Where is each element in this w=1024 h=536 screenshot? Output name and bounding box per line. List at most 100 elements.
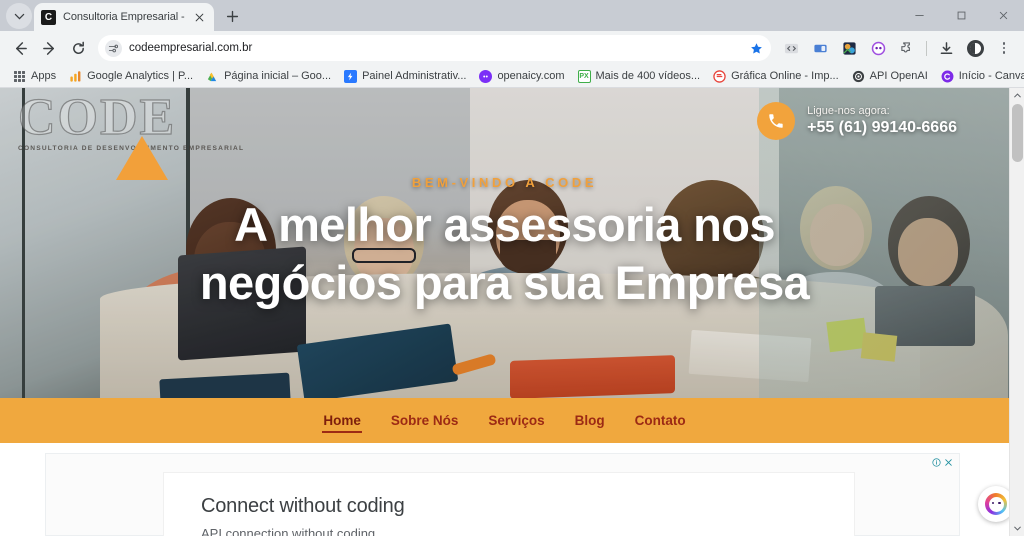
vertical-scrollbar[interactable] xyxy=(1009,88,1024,536)
ad-info-icon[interactable] xyxy=(932,458,941,467)
kebab-menu-icon xyxy=(1002,42,1006,54)
browser-toolbar: CODE codeempresarial.com.br xyxy=(0,31,1024,65)
extension-code-button[interactable] xyxy=(777,34,805,62)
extension-sidepanel-button[interactable] xyxy=(806,34,834,62)
admin-panel-icon xyxy=(344,69,358,83)
forward-button[interactable] xyxy=(35,34,63,62)
close-window-button[interactable] xyxy=(982,0,1024,31)
ad-controls xyxy=(932,458,953,467)
nav-item-servicos[interactable]: Serviços xyxy=(487,410,545,431)
bookmark-label: Início - Canva xyxy=(958,70,1024,82)
close-icon xyxy=(195,13,204,21)
apps-grid-icon xyxy=(13,70,26,83)
bookmark-item-apps[interactable]: Apps xyxy=(7,68,62,85)
bookmark-item-openaicy[interactable]: openaicy.com xyxy=(473,68,570,85)
browser-window: C Consultoria Empresarial - CODE xyxy=(0,0,1024,536)
download-icon xyxy=(940,41,952,54)
bookmark-label: Google Analytics | P... xyxy=(87,70,194,82)
profile-button[interactable] xyxy=(961,34,989,62)
browser-tab[interactable]: C Consultoria Empresarial - CODE xyxy=(34,3,214,31)
search-tabs-button[interactable] xyxy=(6,3,32,29)
bookmark-item-canva[interactable]: Início - Canva xyxy=(935,68,1024,85)
px-icon: PX xyxy=(577,69,591,83)
hero-title: A melhor assessoria nos negócios para su… xyxy=(199,198,810,309)
ad-close-icon[interactable] xyxy=(944,458,953,467)
purple-face-extension-icon xyxy=(871,41,885,55)
tab-favicon: C xyxy=(41,9,56,25)
extensions-puzzle-icon xyxy=(900,41,910,52)
arrow-left-icon xyxy=(15,41,27,55)
google-icon xyxy=(206,70,219,83)
address-bar-url: codeempresarial.com.br xyxy=(129,42,253,54)
chevron-down-icon xyxy=(14,13,24,19)
minimize-icon xyxy=(914,15,924,16)
new-tab-button[interactable] xyxy=(219,3,245,29)
scroll-up-button[interactable] xyxy=(1010,88,1024,103)
bookmark-label: Mais de 400 vídeos... xyxy=(595,70,701,82)
bookmark-item-pagina-inicial[interactable]: Página inicial – Goo... xyxy=(200,68,337,85)
window-controls xyxy=(898,0,1024,31)
minimize-button[interactable] xyxy=(898,0,940,31)
chrome-menu-button[interactable] xyxy=(990,34,1018,62)
avatar xyxy=(966,39,984,57)
colorful-extension-icon xyxy=(842,41,856,55)
bookmark-item-google-analytics[interactable]: Google Analytics | P... xyxy=(63,68,199,85)
contact-phone-block[interactable]: Ligue-nos agora: +55 (61) 99140-6666 xyxy=(757,102,957,140)
phone-number: +55 (61) 99140-6666 xyxy=(807,119,957,136)
bookmark-item-api-openai[interactable]: API OpenAI xyxy=(846,68,934,85)
ad-subtext: API connection without coding xyxy=(201,526,376,536)
bookmark-label: Painel Administrativ... xyxy=(362,70,467,82)
chevron-up-icon xyxy=(1013,93,1021,98)
bookmarks-bar: Apps Google Analytics | P... Página inic… xyxy=(0,65,1024,88)
logo-triangle-icon xyxy=(116,136,168,180)
ad-headline: Connect without coding xyxy=(201,495,405,517)
hero-section: CODE CONSULTORIA DE DESENVOLVIMENTO EMPR… xyxy=(0,88,1009,398)
bookmark-item-painel-administrativo[interactable]: Painel Administrativ... xyxy=(338,68,472,85)
back-button[interactable] xyxy=(6,34,34,62)
site-settings-icon[interactable] xyxy=(105,39,122,57)
downloads-button[interactable] xyxy=(932,34,960,62)
canva-icon xyxy=(941,70,954,83)
ad-card[interactable]: Connect without coding API connection wi… xyxy=(164,473,854,536)
toolbar-divider xyxy=(926,40,927,56)
extension-colorful-button[interactable] xyxy=(835,34,863,62)
bookmark-label: openaicy.com xyxy=(497,70,565,82)
scrollbar-thumb[interactable] xyxy=(1012,104,1023,162)
chat-widget-button[interactable] xyxy=(978,486,1009,522)
printer-icon xyxy=(713,69,726,83)
extension-purple-face-button[interactable] xyxy=(864,34,892,62)
code-extension-icon xyxy=(784,43,798,53)
nav-item-contato[interactable]: Contato xyxy=(634,410,687,431)
site-logo[interactable]: CODE CONSULTORIA DE DESENVOLVIMENTO EMPR… xyxy=(17,91,243,192)
plus-icon xyxy=(226,10,238,22)
tab-close-button[interactable] xyxy=(192,10,207,25)
nav-item-home[interactable]: Home xyxy=(322,410,362,433)
reload-button[interactable] xyxy=(64,34,92,62)
maximize-icon xyxy=(957,11,965,20)
bookmark-label: Gráfica Online - Imp... xyxy=(731,70,839,82)
extensions-button[interactable] xyxy=(893,34,921,62)
close-icon xyxy=(999,11,1007,20)
bookmark-item-mais-videos[interactable]: PX Mais de 400 vídeos... xyxy=(572,68,707,85)
chat-widget-icon xyxy=(985,493,1007,515)
openai-icon xyxy=(479,69,493,83)
web-page: CODE CONSULTORIA DE DESENVOLVIMENTO EMPR… xyxy=(0,88,1009,536)
address-bar[interactable]: CODE codeempresarial.com.br xyxy=(98,35,771,61)
bookmark-button[interactable] xyxy=(745,37,767,59)
bookmark-label: Página inicial – Goo... xyxy=(224,70,332,82)
chevron-down-icon xyxy=(1013,526,1021,531)
bookmark-label: API OpenAI xyxy=(869,70,928,82)
nav-item-sobre-nos[interactable]: Sobre Nós xyxy=(390,410,460,431)
nav-item-blog[interactable]: Blog xyxy=(574,410,606,431)
scroll-down-button[interactable] xyxy=(1010,521,1024,536)
bookmark-label: Apps xyxy=(31,70,57,82)
tab-title: Consultoria Empresarial - CODE xyxy=(63,11,185,23)
phone-icon-circle xyxy=(757,102,796,140)
bookmark-item-grafica-online[interactable]: Gráfica Online - Imp... xyxy=(707,68,845,85)
maximize-button[interactable] xyxy=(940,0,982,31)
phone-icon xyxy=(769,114,783,128)
page-viewport: CODE CONSULTORIA DE DESENVOLVIMENTO EMPR… xyxy=(0,88,1024,536)
phone-label: Ligue-nos agora: xyxy=(807,105,890,117)
arrow-right-icon xyxy=(42,41,54,55)
site-nav: Home Sobre Nós Serviços Blog Contato xyxy=(0,398,1009,443)
